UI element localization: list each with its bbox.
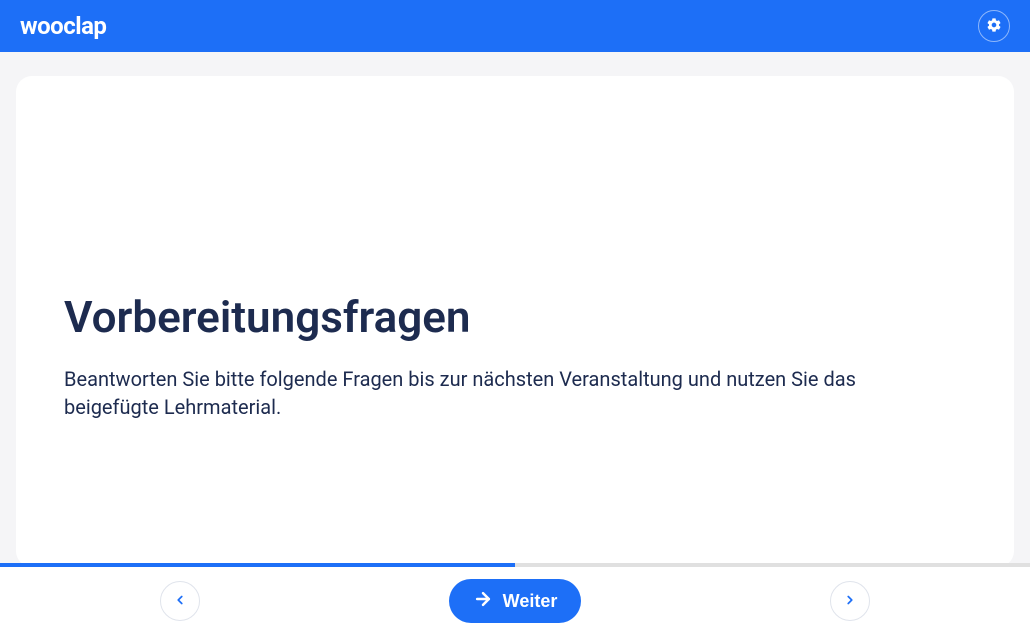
previous-button[interactable] [160,581,200,621]
content-card: Vorbereitungsfragen Beantworten Sie bitt… [16,76,1014,567]
gear-icon [986,17,1002,36]
chevron-left-icon [173,593,187,610]
chevron-right-icon [843,593,857,610]
page-description: Beantworten Sie bitte folgende Fragen bi… [64,365,884,421]
next-button[interactable] [830,581,870,621]
continue-label: Weiter [503,591,558,612]
content-area: Vorbereitungsfragen Beantworten Sie bitt… [0,52,1030,567]
header: wooclap [0,0,1030,52]
continue-button[interactable]: Weiter [449,579,582,623]
arrow-right-icon [473,589,493,614]
footer: Weiter [0,567,1030,635]
card-inner: Vorbereitungsfragen Beantworten Sie bitt… [64,292,966,421]
settings-button[interactable] [978,10,1010,42]
logo: wooclap [20,12,106,40]
page-title: Vorbereitungsfragen [64,292,966,343]
